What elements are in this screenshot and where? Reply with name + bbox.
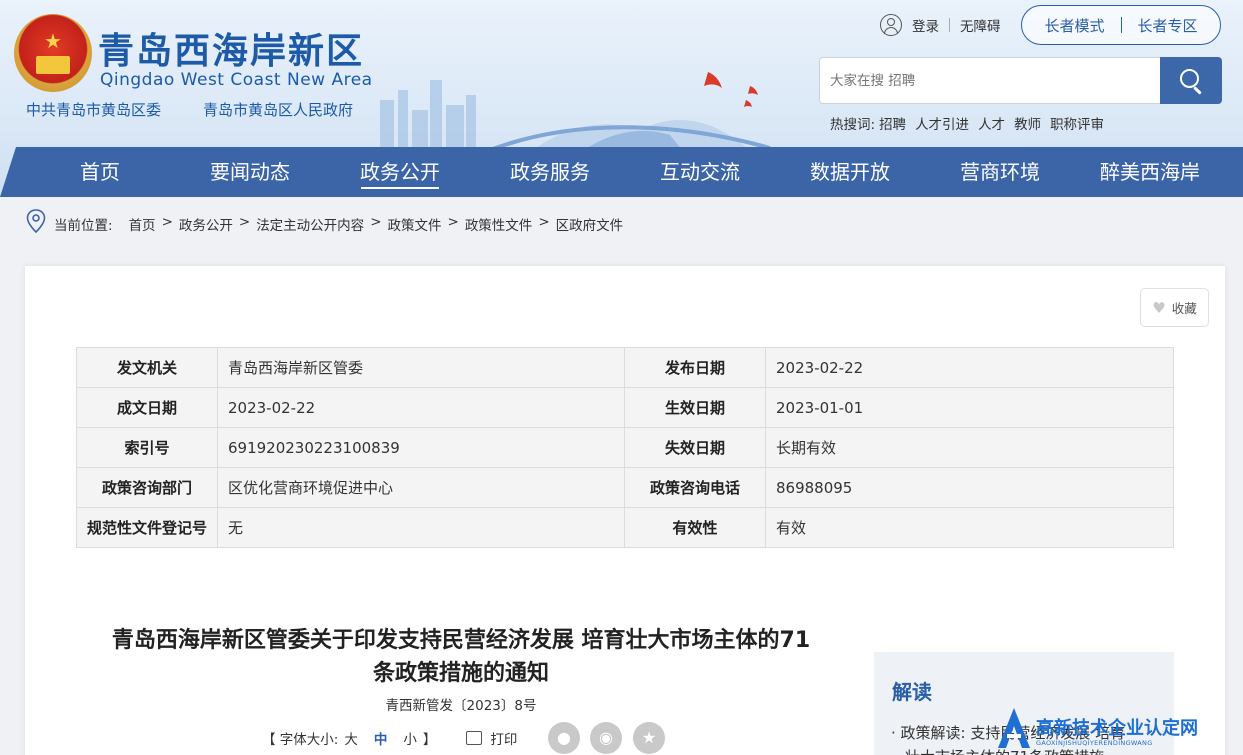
meta-key: 失效日期 <box>624 427 766 468</box>
breadcrumb-bar: 当前位置: 首页 > 政务公开 > 法定主动公开内容 > 政策文件 > 政策性文件 > 区… <box>0 197 1243 247</box>
hot-words-label: 热搜词: <box>830 117 876 133</box>
interpretation-title: 解读 <box>892 680 932 704</box>
breadcrumb-item[interactable]: 政策性文件 <box>465 214 533 234</box>
article-tools: 【 字体大小: 大 中 小 】 打印 <box>262 728 517 748</box>
main-nav: 首页 要闻动态 政务公开 政务服务 互动交流 数据开放 营商环境 醉美西海岸 <box>0 147 1243 197</box>
watermark-text: 高新技术企业认定网 <box>1036 718 1198 739</box>
meta-value: 86988095 <box>765 467 1174 508</box>
font-small-button[interactable]: 小 <box>403 728 417 748</box>
divider <box>1120 17 1122 33</box>
table-row: 成文日期 2023-02-22 生效日期 2023-01-01 <box>76 387 1174 428</box>
font-size-close: 】 <box>422 732 437 748</box>
top-tools: 登录 无障碍 <box>880 12 1001 38</box>
meta-key: 发文机关 <box>76 347 218 388</box>
table-row: 规范性文件登记号 无 有效性 有效 <box>76 507 1174 548</box>
nav-item-business[interactable]: 营商环境 <box>925 147 1075 197</box>
meta-key: 发布日期 <box>624 347 766 388</box>
heart-icon: ♥ <box>1152 298 1166 317</box>
location-pin-icon <box>26 209 46 233</box>
nav-item-interaction[interactable]: 互动交流 <box>625 147 775 197</box>
org-gov-name: 青岛市黄岛区人民政府 <box>203 101 354 119</box>
breadcrumb-label: 当前位置: <box>54 218 113 234</box>
search-icon <box>1180 69 1199 88</box>
font-large-button[interactable]: 大 <box>344 728 358 748</box>
login-link[interactable]: 登录 <box>912 15 939 35</box>
watermark: 高新技术企业认定网 GAOXINJISHUQIYERENDINGWANG <box>996 706 1243 755</box>
favorite-label: 收藏 <box>1171 301 1197 316</box>
divider <box>949 18 950 32</box>
search-button[interactable] <box>1160 57 1222 104</box>
font-medium-button[interactable]: 中 <box>374 728 388 748</box>
meta-key: 规范性文件登记号 <box>76 507 218 548</box>
elder-toggle: 长者模式 长者专区 <box>1021 5 1221 45</box>
national-emblem-icon: ★ <box>14 14 92 92</box>
print-button[interactable]: 打印 <box>490 728 517 748</box>
meta-key: 索引号 <box>76 427 218 468</box>
accessibility-link[interactable]: 无障碍 <box>960 15 1001 35</box>
nav-item-services[interactable]: 政务服务 <box>475 147 625 197</box>
meta-value: 无 <box>217 507 625 548</box>
site-header: ★ 青岛西海岸新区 Qingdao West Coast New Area 中共… <box>0 0 1243 197</box>
document-number: 青西新管发〔2023〕8号 <box>385 698 537 714</box>
meta-key: 成文日期 <box>76 387 218 428</box>
breadcrumb: 当前位置: 首页 > 政务公开 > 法定主动公开内容 > 政策文件 > 政策性文件 > 区… <box>54 214 624 234</box>
site-title: 青岛西海岸新区 <box>98 31 365 72</box>
nav-item-open-data[interactable]: 数据开放 <box>775 147 925 197</box>
watermark-subtext: GAOXINJISHUQIYERENDINGWANG <box>1036 739 1153 747</box>
user-icon[interactable] <box>880 14 902 36</box>
breadcrumb-item[interactable]: 政务公开 <box>179 214 233 234</box>
document-meta-table: 发文机关 青岛西海岸新区管委 发布日期 2023-02-22 成文日期 2023… <box>76 347 1174 548</box>
table-row: 发文机关 青岛西海岸新区管委 发布日期 2023-02-22 <box>76 347 1174 388</box>
breadcrumb-item[interactable]: 法定主动公开内容 <box>256 214 364 234</box>
font-size-label: 【 字体大小: <box>262 732 339 748</box>
hot-word[interactable]: 职称评审 <box>1050 113 1104 133</box>
table-row: 政策咨询部门 区优化营商环境促进中心 政策咨询电话 86988095 <box>76 467 1174 508</box>
nav-item-news[interactable]: 要闻动态 <box>175 147 325 197</box>
document-title: 青岛西海岸新区管委关于印发支持民营经济发展 培育壮大市场主体的71 条政策措施的… <box>111 628 811 686</box>
hot-words: 热搜词: 招聘 人才引进 人才 教师 职称评审 <box>830 113 1113 133</box>
meta-key: 有效性 <box>624 507 766 548</box>
meta-key: 政策咨询部门 <box>76 467 218 508</box>
breadcrumb-item[interactable]: 政策文件 <box>388 214 442 234</box>
meta-value: 有效 <box>765 507 1174 548</box>
hot-word[interactable]: 招聘 <box>879 113 906 133</box>
wechat-share-icon[interactable]: ● <box>548 722 580 754</box>
breadcrumb-item[interactable]: 首页 <box>129 214 156 234</box>
meta-value: 691920230223100839 <box>217 427 625 468</box>
org-party-name: 中共青岛市黄岛区委 <box>26 101 162 119</box>
meta-value: 2023-02-22 <box>217 387 625 428</box>
elder-zone-button[interactable]: 长者专区 <box>1138 15 1198 36</box>
meta-key: 政策咨询电话 <box>624 467 766 508</box>
printer-icon[interactable] <box>466 731 483 745</box>
hot-word[interactable]: 人才引进 <box>915 113 969 133</box>
hot-word[interactable]: 教师 <box>1014 113 1041 133</box>
meta-value: 长期有效 <box>765 427 1174 468</box>
meta-key: 生效日期 <box>624 387 766 428</box>
elder-mode-button[interactable]: 长者模式 <box>1044 15 1104 36</box>
nav-item-scenery[interactable]: 醉美西海岸 <box>1075 147 1225 197</box>
meta-value: 区优化营商环境促进中心 <box>217 467 625 508</box>
site-subtitle: Qingdao West Coast New Area <box>100 70 373 90</box>
skyline-illustration <box>380 72 771 160</box>
meta-value: 2023-01-01 <box>765 387 1174 428</box>
table-row: 索引号 691920230223100839 失效日期 长期有效 <box>76 427 1174 468</box>
hot-word[interactable]: 人才 <box>978 113 1005 133</box>
nav-item-home[interactable]: 首页 <box>25 147 175 197</box>
search-input[interactable] <box>819 57 1161 104</box>
meta-value: 2023-02-22 <box>765 347 1174 388</box>
weibo-share-icon[interactable]: ◉ <box>590 722 622 754</box>
favorite-share-icon[interactable]: ★ <box>633 722 665 754</box>
favorite-button[interactable]: ♥ 收藏 <box>1140 288 1209 327</box>
nav-item-gov-info[interactable]: 政务公开 <box>325 147 475 197</box>
active-underline <box>361 187 439 189</box>
meta-value: 青岛西海岸新区管委 <box>217 347 625 388</box>
breadcrumb-item[interactable]: 区政府文件 <box>556 214 624 234</box>
watermark-logo-icon <box>998 708 1030 748</box>
